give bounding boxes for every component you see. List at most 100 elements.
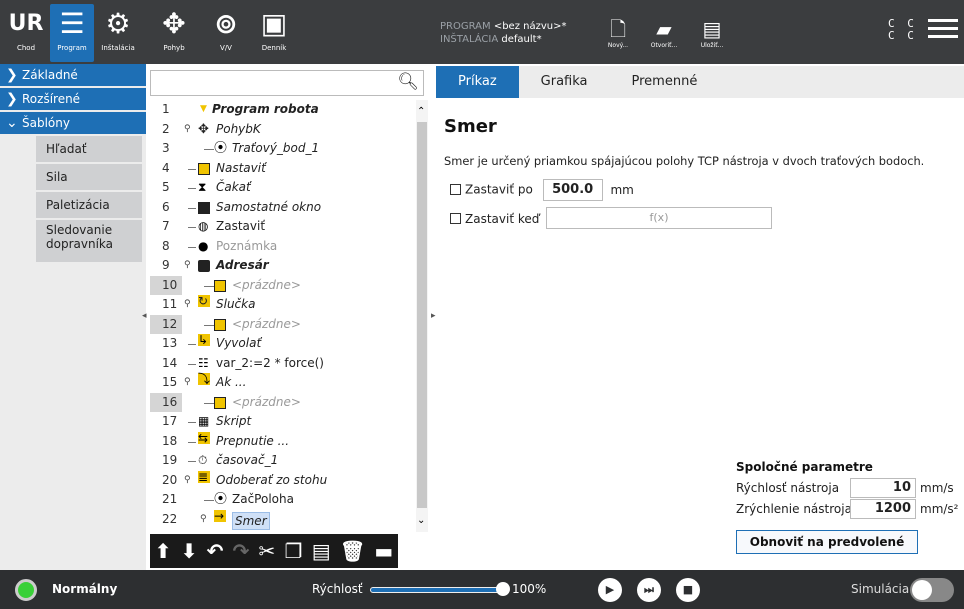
direction-arrow-icon: → <box>214 508 226 523</box>
call-icon: ↳ <box>198 333 210 347</box>
copy-icon[interactable]: ❐ <box>285 539 303 563</box>
io-icon: ⊚ <box>214 7 238 40</box>
stop-after-checkbox[interactable] <box>450 183 461 195</box>
tree-row[interactable]: 3 ⦿ Traťový_bod_1 <box>150 139 414 159</box>
template-force[interactable]: Sila <box>36 164 142 192</box>
speed-slider[interactable] <box>370 587 502 593</box>
move-tab-button[interactable]: ✥ Pohyb <box>152 4 196 62</box>
move-icon: ✥ <box>162 7 186 40</box>
program-tab-label: Program <box>57 44 87 52</box>
cut-icon[interactable]: ✂ <box>259 539 276 563</box>
template-search[interactable]: Hľadať <box>36 136 142 164</box>
bottom-bar: Normálny Rýchlosť 100% ▶ ⏭ ■ Simulácia <box>0 570 964 609</box>
loop-icon: ↻ <box>198 294 210 308</box>
tab-graphics[interactable]: Grafika <box>519 66 610 98</box>
tree-row[interactable]: 19 ⏱ časovač_1 <box>150 451 414 471</box>
control-mode-indicator[interactable]: C C C C <box>888 18 917 42</box>
scrollbar-thumb[interactable] <box>417 122 427 508</box>
stop-condition-expression-input[interactable]: f(x) <box>546 207 772 229</box>
waypoint-icon: ⦿ <box>214 492 228 507</box>
log-tab-button[interactable]: ▣ Denník <box>252 4 296 62</box>
move-up-icon[interactable]: ⬆ <box>155 539 172 563</box>
chevron-up-icon[interactable]: ⌃ <box>417 106 425 117</box>
set-icon <box>198 162 210 175</box>
play-button[interactable]: ▶ <box>598 578 622 602</box>
tree-row-selected[interactable]: 22 ⚲ → Smer <box>150 508 414 530</box>
save-file-button[interactable]: ▤ Uložiť... <box>692 16 732 49</box>
tree-scrollbar[interactable]: ⌃ ⌄ <box>416 100 428 532</box>
search-icon[interactable]: 🔍︎ <box>397 72 419 92</box>
redo-icon[interactable]: ↷ <box>233 539 250 563</box>
stop-when-checkbox[interactable] <box>450 213 461 224</box>
power-status-icon[interactable] <box>15 579 37 601</box>
template-palletizing[interactable]: Paletizácia <box>36 192 142 220</box>
program-tab-button[interactable]: ☰ Program <box>50 4 94 62</box>
hamburger-menu-icon[interactable] <box>928 14 958 44</box>
switch-icon: ⇆ <box>198 430 210 445</box>
paste-icon[interactable]: ▤ <box>312 539 331 563</box>
program-icon: ☰ <box>59 7 85 40</box>
io-tab-button[interactable]: ⊚ V/V <box>204 4 248 62</box>
program-tree-pane: 🔍︎ 1 ▼ Program robota 2 ⚲ ✥ PohybK 3 ⦿ Traťový_… <box>150 66 430 570</box>
tree-row[interactable]: 7 ◍ Zastaviť <box>150 217 414 237</box>
template-conveyor-tracking[interactable]: Sledovanie dopravníka <box>36 220 142 264</box>
suppress-icon[interactable]: ▬ <box>374 539 393 563</box>
tree-row[interactable]: 21 ⦿ ZačPoloha <box>150 490 414 510</box>
step-button[interactable]: ⏭ <box>637 578 661 602</box>
stop-after-label: Zastaviť po <box>465 182 533 197</box>
node-editor: Príkaz Grafika Premenné Smer Smer je urč… <box>436 66 964 570</box>
tree-row[interactable]: 6 Samostatné okno <box>150 198 414 218</box>
collapse-tree-handle[interactable]: ▸ <box>431 311 436 321</box>
menu-basic[interactable]: ❯ Základné <box>0 64 146 88</box>
tree-row[interactable]: 18 ⇆ Prepnutie ... <box>150 430 414 452</box>
menu-advanced[interactable]: ❯ Rozšírené <box>0 88 146 112</box>
tree-row[interactable]: 10 <prázdne> <box>150 275 414 295</box>
tree-row[interactable]: 8 ● Poznámka <box>150 237 414 257</box>
tool-speed-input[interactable]: 10 <box>850 478 916 498</box>
tree-row[interactable]: 20 ⚲ ≣ Odoberať zo stohu <box>150 470 414 491</box>
move-down-icon[interactable]: ⬇ <box>181 539 198 563</box>
tree-item-label: Slučka <box>216 297 256 311</box>
tree-row[interactable]: 15 ⚲ ⤵ Ak ... <box>150 373 414 393</box>
collapse-left-handle[interactable]: ◂ <box>142 311 147 321</box>
tree-row[interactable]: 1 ▼ Program robota <box>150 100 414 120</box>
tree-row[interactable]: 16 <prázdne> <box>150 392 414 412</box>
undo-icon[interactable]: ↶ <box>207 539 224 563</box>
tool-accel-input[interactable]: 1200 <box>850 499 916 519</box>
stop-distance-input[interactable]: 500.0 <box>542 179 603 201</box>
tool-accel-row: Zrýchlenie nástroja 1200 mm/s² <box>736 499 962 520</box>
chevron-down-icon[interactable]: ⌄ <box>417 515 425 526</box>
installation-tab-button[interactable]: ⚙ Inštalácia <box>96 4 140 62</box>
delete-icon[interactable]: 🗑︎ <box>340 539 365 563</box>
speed-slider-knob[interactable] <box>496 582 510 596</box>
move-tab-label: Pohyb <box>163 44 185 52</box>
tree-row[interactable]: 4 Nastaviť <box>150 159 414 179</box>
reset-defaults-button[interactable]: Obnoviť na predvolené <box>736 530 918 554</box>
simulation-toggle[interactable] <box>910 578 954 602</box>
move-icon: ✥ <box>198 121 209 137</box>
log-tab-label: Denník <box>261 44 287 52</box>
new-file-button[interactable]: 🗋 Nový... <box>598 16 638 49</box>
tree-row[interactable]: 13 ↳ Vyvolať <box>150 334 414 354</box>
search-input[interactable]: 🔍︎ <box>150 70 424 96</box>
tree-item-label: Prepnutie ... <box>216 433 290 448</box>
menu-templates[interactable]: ⌄ Šablóny <box>0 112 146 136</box>
tab-variables[interactable]: Premenné <box>610 66 720 98</box>
open-file-button[interactable]: ▰ Otvoriť... <box>644 16 684 49</box>
tree-row[interactable]: 12 <prázdne> <box>150 314 414 334</box>
tree-row[interactable]: 17 ▦ Skript <box>150 412 414 432</box>
tab-command[interactable]: Príkaz <box>436 66 519 98</box>
collapse-triangle-icon: ▼ <box>200 104 207 114</box>
run-tab-button[interactable]: UR Chod <box>4 4 48 62</box>
tree-item-label: Ak ... <box>216 375 247 389</box>
tree-item-label: časovač_1 <box>216 453 279 467</box>
tree-row[interactable]: 5 ⧗ Čakať <box>150 178 414 198</box>
tree-row[interactable]: 9 ⚲ Adresár <box>150 256 414 276</box>
tree-row[interactable]: 2 ⚲ ✥ PohybK <box>150 120 414 140</box>
tree-row[interactable]: 14 ☷ var_2:=2 * force() <box>150 354 414 374</box>
folder-icon: ▰ <box>656 17 672 41</box>
tree-row[interactable]: 11 ⚲ ↻ Slučka <box>150 295 414 315</box>
script-icon: ▦ <box>198 414 210 428</box>
stop-button[interactable]: ■ <box>676 578 700 602</box>
menu-basic-label: Základné <box>22 68 78 82</box>
